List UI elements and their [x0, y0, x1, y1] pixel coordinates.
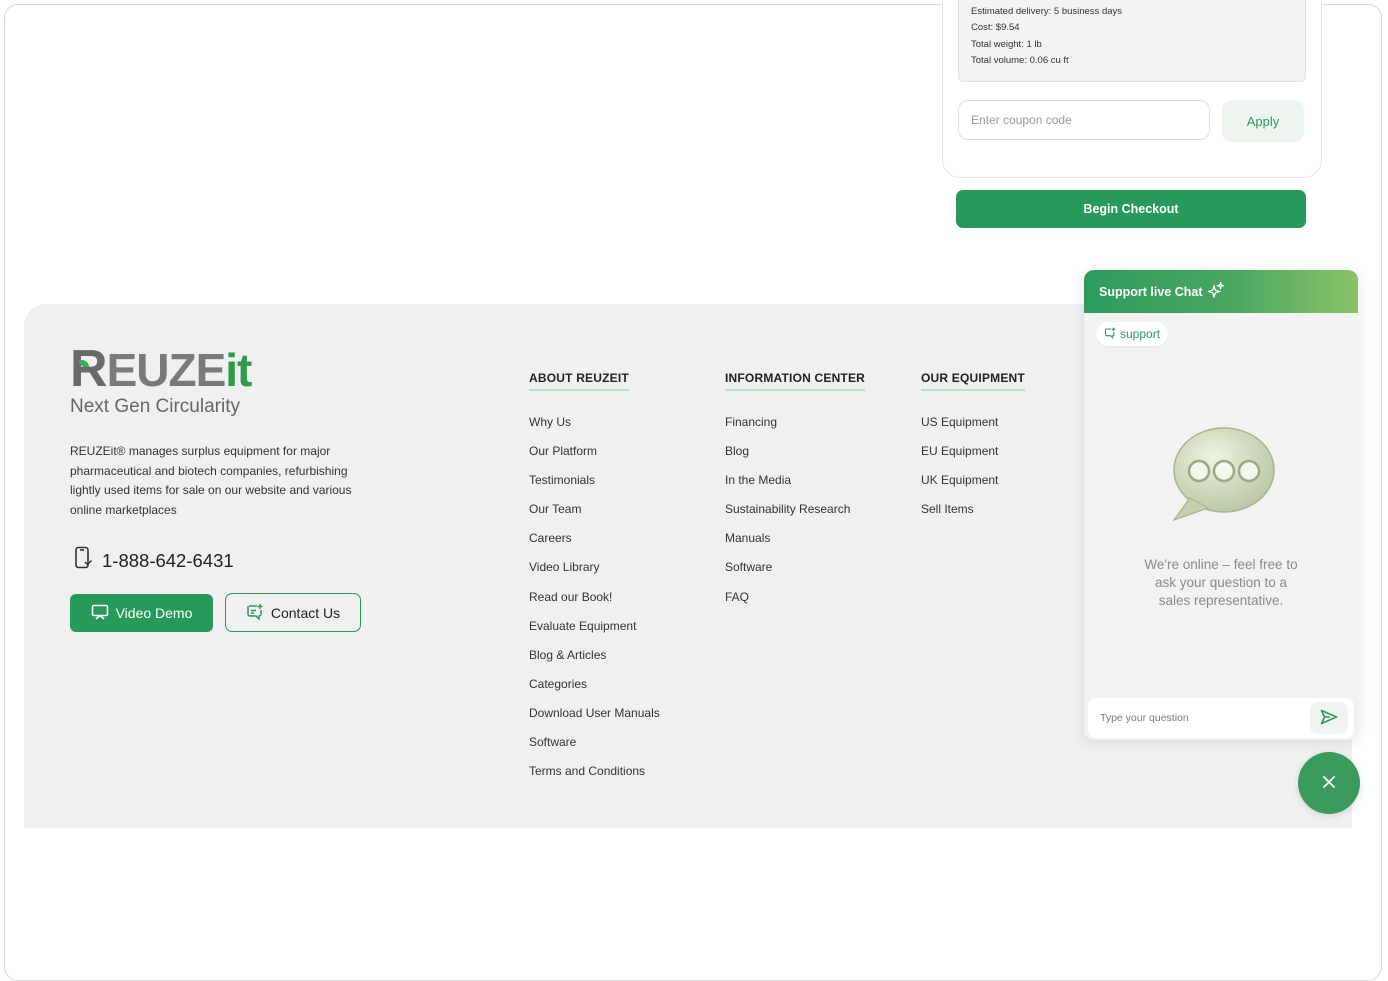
chat-title: Support live Chat	[1099, 284, 1203, 299]
footer-link[interactable]: Careers	[529, 531, 660, 560]
footer-link[interactable]: Software	[529, 735, 660, 764]
shipping-info-box: Estimated delivery: 5 business days Cost…	[958, 0, 1306, 82]
video-demo-label: Video Demo	[115, 605, 193, 621]
shipping-volume: Total volume: 0.06 cu ft	[971, 55, 1069, 66]
footer-link[interactable]: UK Equipment	[921, 473, 998, 502]
footer-link[interactable]: Blog	[725, 444, 850, 473]
about-links: Why Us Our Platform Testimonials Our Tea…	[529, 415, 660, 793]
phone-contact[interactable]: 1-888-642-6431	[74, 546, 234, 575]
contact-us-label: Contact Us	[270, 604, 341, 621]
footer-link[interactable]: Blog & Articles	[529, 648, 660, 677]
chat-edit-icon	[246, 603, 271, 623]
footer-link[interactable]: Download User Manuals	[529, 706, 660, 735]
footer-link[interactable]: Evaluate Equipment	[529, 619, 660, 648]
footer-column-equipment: OUR EQUIPMENT US Equipment EU Equipment …	[921, 369, 1025, 516]
support-tag: support	[1096, 322, 1169, 346]
chat-input-bar	[1088, 698, 1354, 738]
chat-question-input[interactable]	[1088, 711, 1310, 725]
footer-link[interactable]: Categories	[529, 677, 660, 706]
footer-link[interactable]: Sell Items	[921, 502, 998, 531]
support-tag-label: support	[1120, 327, 1161, 341]
begin-checkout-button[interactable]: Begin Checkout	[956, 190, 1306, 228]
footer-link[interactable]: Financing	[725, 415, 850, 444]
shipping-delivery: Estimated delivery: 5 business days	[971, 6, 1123, 17]
footer-link[interactable]: Read our Book!	[529, 590, 660, 619]
video-demo-button[interactable]: Video Demo	[70, 594, 213, 632]
footer-link[interactable]: Our Platform	[529, 444, 660, 473]
footer-link[interactable]: Why Us	[529, 415, 660, 444]
shipping-cost: Cost: $9.54	[971, 22, 1020, 33]
column-title-equipment: OUR EQUIPMENT	[921, 371, 1025, 391]
footer-column-about: ABOUT REUZEIT Why Us Our Platform Testim…	[529, 369, 660, 778]
equipment-links: US Equipment EU Equipment UK Equipment S…	[921, 415, 998, 531]
footer-link[interactable]: US Equipment	[921, 415, 998, 444]
close-icon	[1322, 775, 1336, 792]
footer-column-information: INFORMATION CENTER Financing Blog In the…	[725, 369, 866, 604]
footer-link[interactable]: Video Library	[529, 560, 660, 589]
chat-welcome-message: We're online – feel free to ask your que…	[1144, 557, 1298, 609]
footer-link[interactable]: FAQ	[725, 590, 850, 619]
phone-icon	[74, 546, 92, 575]
footer-link[interactable]: Sustainability Research	[725, 502, 850, 531]
send-icon	[1320, 709, 1338, 728]
sparkle-icon	[1202, 281, 1226, 301]
logo-tagline: Next Gen Circularity	[70, 396, 240, 417]
contact-us-button[interactable]: Contact Us	[225, 593, 361, 632]
chat-close-button[interactable]	[1298, 752, 1360, 814]
column-title-about: ABOUT REUZEIT	[529, 371, 629, 391]
information-links: Financing Blog In the Media Sustainabili…	[725, 415, 850, 619]
presentation-icon	[91, 604, 116, 623]
shipping-weight: Total weight: 1 lb	[971, 39, 1042, 50]
logo-wordmark: REUZEit	[70, 340, 252, 398]
support-chat-widget: Support live Chat support We're online –…	[1084, 270, 1358, 740]
apply-coupon-button[interactable]: Apply	[1222, 100, 1304, 142]
footer-link[interactable]: Manuals	[725, 531, 850, 560]
company-description: REUZEit® manages surplus equipment for m…	[70, 444, 352, 517]
footer-link[interactable]: Software	[725, 560, 850, 589]
column-title-information: INFORMATION CENTER	[725, 371, 866, 391]
footer-link[interactable]: Our Team	[529, 502, 660, 531]
send-message-button[interactable]	[1310, 702, 1348, 734]
footer-link[interactable]: EU Equipment	[921, 444, 998, 473]
footer-link[interactable]: In the Media	[725, 473, 850, 502]
phone-number: 1-888-642-6431	[102, 549, 234, 571]
chat-header: Support live Chat	[1084, 270, 1358, 313]
footer-link[interactable]: Testimonials	[529, 473, 660, 502]
coupon-code-input[interactable]	[958, 100, 1210, 140]
chat-bubble-icon	[1168, 424, 1276, 529]
chat-edit-icon	[1104, 327, 1120, 342]
footer-link[interactable]: Terms and Conditions	[529, 764, 660, 793]
